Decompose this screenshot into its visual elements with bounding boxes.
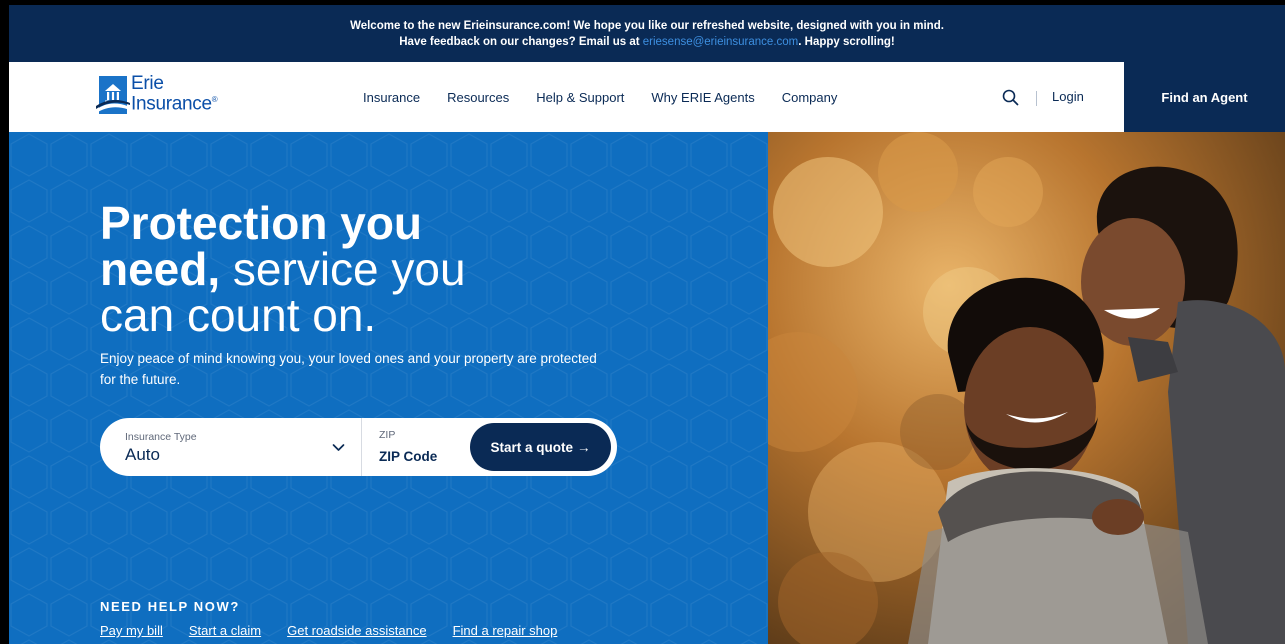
zip-label: ZIP (379, 429, 396, 441)
nav-resources[interactable]: Resources (447, 90, 509, 105)
start-quote-label: Start a quote (490, 439, 573, 455)
start-a-quote-button[interactable]: Start a quote → (470, 423, 611, 471)
quote-divider (361, 418, 362, 476)
banner-text: Welcome to the new Erieinsurance.com! We… (350, 19, 944, 48)
announcement-banner: Welcome to the new Erieinsurance.com! We… (9, 5, 1285, 62)
zip-code-input[interactable] (379, 445, 467, 467)
feedback-email-link[interactable]: eriesense@erieinsurance.com (643, 36, 799, 48)
hero-photo (768, 132, 1285, 644)
page: Welcome to the new Erieinsurance.com! We… (9, 5, 1285, 644)
pay-my-bill-link[interactable]: Pay my bill (100, 623, 163, 638)
logo-wordmark: Erie Insurance® (131, 73, 218, 115)
erie-logo-icon (96, 76, 130, 114)
login-link[interactable]: Login (1052, 89, 1084, 104)
nav-insurance[interactable]: Insurance (363, 90, 420, 105)
main-nav: Insurance Resources Help & Support Why E… (363, 62, 837, 132)
site-header: Erie Insurance® Insurance Resources Help… (9, 62, 1285, 132)
quote-form: Insurance Type Auto ZIP Start a quote → (100, 418, 617, 476)
find-repair-shop-link[interactable]: Find a repair shop (453, 623, 558, 638)
insurance-type-label: Insurance Type (125, 431, 197, 443)
hero-subtext: Enjoy peace of mind knowing you, your lo… (100, 351, 597, 387)
erie-logo[interactable]: Erie Insurance® (96, 73, 218, 115)
header-divider (1036, 91, 1037, 106)
search-icon[interactable] (1002, 89, 1019, 106)
nav-help-support[interactable]: Help & Support (536, 90, 624, 105)
insurance-type-value: Auto (125, 445, 160, 464)
roadside-assistance-link[interactable]: Get roadside assistance (287, 623, 426, 638)
chevron-down-icon (332, 444, 345, 451)
hero-section: Protection you need, service you can cou… (9, 132, 768, 644)
couple-illustration (768, 132, 1285, 644)
need-help-heading: NEED HELP NOW? (100, 599, 240, 614)
nav-company[interactable]: Company (782, 90, 838, 105)
find-an-agent-button[interactable]: Find an Agent (1124, 62, 1285, 132)
help-links: Pay my bill Start a claim Get roadside a… (100, 623, 557, 638)
hero-headline: Protection you need, service you can cou… (100, 197, 466, 341)
arrow-right-icon: → (577, 439, 591, 455)
start-a-claim-link[interactable]: Start a claim (189, 623, 261, 638)
nav-why-erie-agents[interactable]: Why ERIE Agents (651, 90, 754, 105)
